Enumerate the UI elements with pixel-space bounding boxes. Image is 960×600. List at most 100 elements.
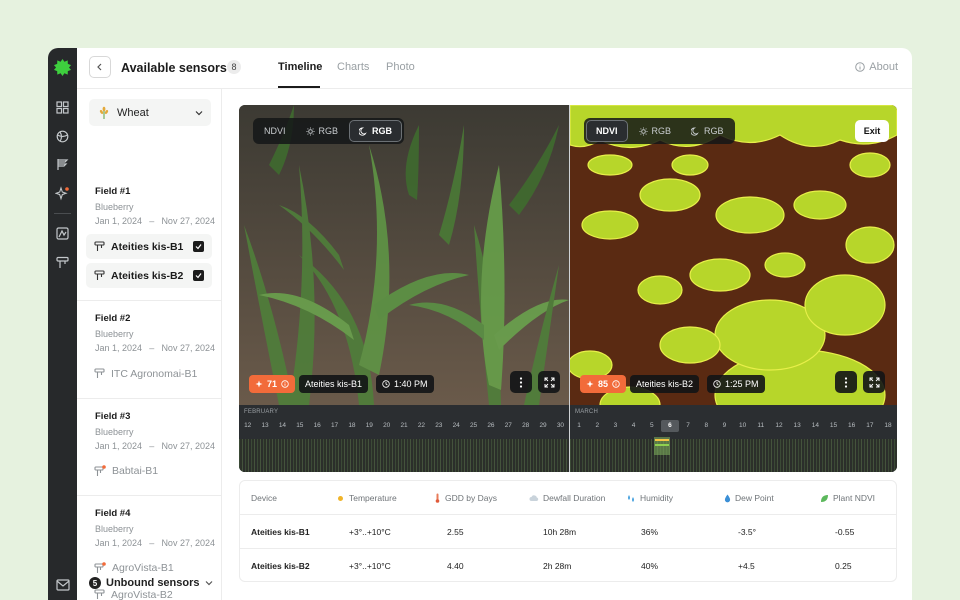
sensor-name-chip: Ateities kis-B1 <box>299 375 369 393</box>
capture-time: 1:25 PM <box>725 379 759 389</box>
mail-icon[interactable] <box>54 576 71 593</box>
field-start-date: Jan 1, 2024 <box>95 216 143 226</box>
timeline-day[interactable]: 13 <box>788 420 806 432</box>
table-row[interactable]: Ateities kis-B2 +3°..+10°C 4.40 2h 28m 4… <box>240 549 896 581</box>
timeline-day[interactable]: 27 <box>500 420 517 432</box>
dashboard-icon[interactable] <box>54 99 71 116</box>
timeline-day[interactable]: 20 <box>378 420 395 432</box>
timeline-day[interactable]: 29 <box>534 420 551 432</box>
mode-rgb-day-option[interactable]: RGB <box>297 120 348 142</box>
timeline-day[interactable]: 11 <box>752 420 770 432</box>
globe-icon[interactable] <box>54 128 71 145</box>
brand-logo-icon[interactable] <box>53 58 72 77</box>
timeline-day[interactable]: 24 <box>448 420 465 432</box>
timeline-day[interactable]: 5 <box>643 420 661 432</box>
checkbox-checked[interactable] <box>193 241 204 252</box>
timeline-day[interactable]: 18 <box>879 420 897 432</box>
sensor-item-ateities-b1[interactable]: Ateities kis-B1 <box>86 234 212 259</box>
field-start-date: Jan 1, 2024 <box>95 538 143 548</box>
more-options-button[interactable] <box>510 371 532 393</box>
timeline-day[interactable]: 26 <box>482 420 499 432</box>
health-score: 85 <box>598 379 609 389</box>
timeline-february[interactable]: FEBRUARY 12 13 14 15 16 17 18 19 20 21 22 23 24 25 26 2… <box>239 405 569 472</box>
chart-icon[interactable] <box>54 225 71 242</box>
table-row[interactable]: Ateities kis-B1 +3°..+10°C 2.55 10h 28m … <box>240 515 896 549</box>
crop-select[interactable]: Wheat <box>89 99 211 126</box>
timeline-day[interactable]: 3 <box>606 420 624 432</box>
field-start-date: Jan 1, 2024 <box>95 343 143 353</box>
tab-timeline[interactable]: Timeline <box>278 61 322 73</box>
cell-dewfall: 2h 28m <box>543 561 572 571</box>
sensor-icon[interactable] <box>54 254 71 271</box>
about-link[interactable]: About <box>855 61 898 73</box>
timeline-day[interactable]: 17 <box>326 420 343 432</box>
chevron-down-icon <box>205 581 213 586</box>
fields-icon[interactable] <box>54 156 71 173</box>
thermometer-icon <box>435 493 440 503</box>
sensor-item-itc-agronomai-b1[interactable]: ITC Agronomai-B1 <box>86 361 212 386</box>
field-crop: Blueberry <box>95 202 134 212</box>
cell-dewfall: 10h 28m <box>543 527 577 537</box>
timeline-day[interactable]: 15 <box>291 420 308 432</box>
timeline-day[interactable]: 1 <box>570 420 588 432</box>
health-score-badge[interactable]: 85 <box>580 375 627 393</box>
compare-split-handle[interactable] <box>569 105 570 472</box>
mode-rgb-night-option[interactable]: RGB <box>682 120 733 142</box>
fullscreen-button[interactable] <box>863 371 885 393</box>
timeline-day[interactable]: 30 <box>552 420 569 432</box>
timeline-day[interactable]: 15 <box>824 420 842 432</box>
sensor-icon <box>94 270 105 280</box>
fullscreen-button[interactable] <box>538 371 560 393</box>
col-dewfall: Dewfall Duration <box>529 481 605 515</box>
timeline-selected-marker[interactable] <box>654 437 670 455</box>
timeline-day[interactable]: 18 <box>343 420 360 432</box>
timeline-day[interactable]: 21 <box>395 420 412 432</box>
timeline-day-selected[interactable]: 6 <box>660 420 680 432</box>
tab-charts[interactable]: Charts <box>337 61 369 73</box>
timeline-day[interactable]: 14 <box>806 420 824 432</box>
timeline-day[interactable]: 9 <box>715 420 733 432</box>
mode-rgb-day-option[interactable]: RGB <box>630 120 681 142</box>
mode-ndvi-option[interactable]: NDVI <box>255 120 295 142</box>
back-button[interactable] <box>89 56 111 78</box>
health-score-badge[interactable]: 71 <box>249 375 296 393</box>
timeline-day[interactable]: 19 <box>361 420 378 432</box>
info-icon <box>612 380 620 388</box>
ndvi-photo-pane[interactable]: NDVI RGB RGB Exit 85 Ateities kis-B2 1:2… <box>570 105 897 405</box>
cell-dew-point: +4.5 <box>738 561 755 571</box>
tab-photo[interactable]: Photo <box>386 61 415 73</box>
timeline-day[interactable]: 12 <box>239 420 256 432</box>
timeline-month-label: MARCH <box>575 409 598 415</box>
unbound-sensors-toggle[interactable]: 5 Unbound sensors <box>89 573 213 593</box>
timeline-day[interactable]: 12 <box>770 420 788 432</box>
timeline-day[interactable]: 14 <box>274 420 291 432</box>
rgb-photo-pane[interactable]: NDVI RGB RGB 71 Ateities kis-B1 1:40 PM <box>239 105 569 405</box>
timeline-day[interactable]: 23 <box>430 420 447 432</box>
field-divider <box>77 300 222 301</box>
mode-ndvi-option[interactable]: NDVI <box>586 120 628 142</box>
sensor-item-ateities-b2[interactable]: Ateities kis-B2 <box>86 263 212 288</box>
timeline-day[interactable]: 8 <box>697 420 715 432</box>
timeline-day[interactable]: 4 <box>625 420 643 432</box>
timeline-day[interactable]: 16 <box>309 420 326 432</box>
timeline-day[interactable]: 10 <box>734 420 752 432</box>
mode-rgb-night-option[interactable]: RGB <box>349 120 403 142</box>
timeline-day[interactable]: 2 <box>588 420 606 432</box>
more-options-button[interactable] <box>835 371 857 393</box>
sparkle-icon[interactable] <box>54 185 71 202</box>
timeline-day[interactable]: 28 <box>517 420 534 432</box>
sensor-item-babtai-b1[interactable]: Babtai-B1 <box>86 458 212 483</box>
mode-label: RGB <box>372 126 393 136</box>
field-divider <box>77 398 222 399</box>
sun-icon <box>639 127 648 135</box>
timeline-day[interactable]: 17 <box>861 420 879 432</box>
timeline-day[interactable]: 7 <box>679 420 697 432</box>
checkbox-checked[interactable] <box>193 270 204 281</box>
exit-compare-button[interactable]: Exit <box>855 120 889 142</box>
timeline-day[interactable]: 25 <box>465 420 482 432</box>
timeline-day[interactable]: 13 <box>256 420 273 432</box>
timeline-march[interactable]: MARCH 1 2 3 4 5 6 7 8 9 10 11 12 13 14 15 16 17 18 <box>570 405 897 472</box>
timeline-day[interactable]: 22 <box>413 420 430 432</box>
timeline-day[interactable]: 16 <box>843 420 861 432</box>
capture-time: 1:40 PM <box>394 379 428 389</box>
